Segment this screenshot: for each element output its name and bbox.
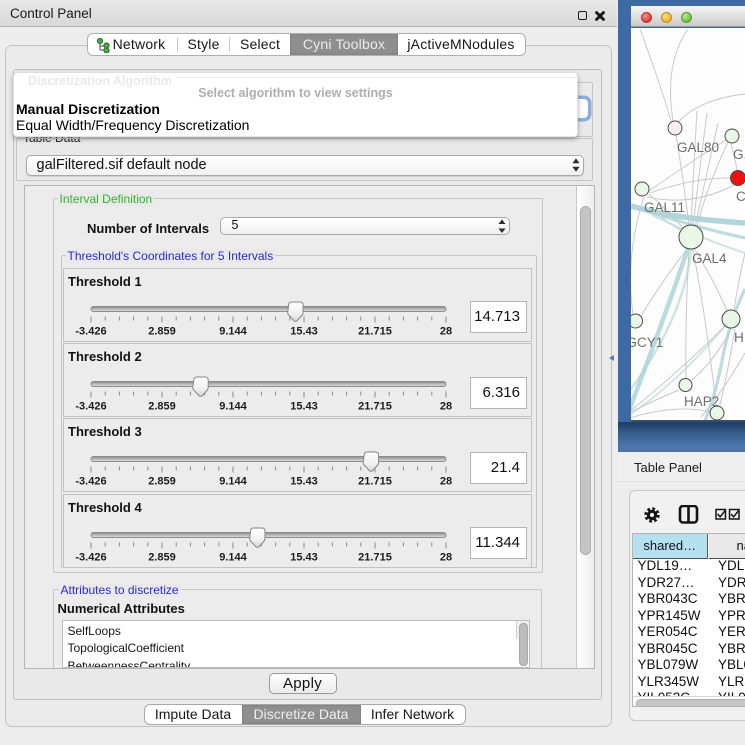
svg-text:G.: G.	[733, 147, 745, 162]
svg-text:GAL80: GAL80	[677, 140, 719, 155]
svg-text:28: 28	[439, 325, 451, 337]
svg-text:9.144: 9.144	[219, 551, 247, 563]
svg-text:2.859: 2.859	[148, 401, 176, 413]
svg-text:GAL11: GAL11	[644, 200, 685, 215]
svg-text:H: H	[734, 330, 744, 345]
svg-text:15.43: 15.43	[290, 551, 318, 563]
svg-text:15.43: 15.43	[290, 401, 318, 413]
svg-text:15.43: 15.43	[290, 476, 318, 488]
svg-text:28: 28	[439, 551, 451, 563]
svg-text:9.144: 9.144	[219, 476, 247, 488]
svg-text:21.715: 21.715	[358, 551, 392, 563]
svg-text:2.859: 2.859	[148, 551, 176, 563]
svg-text:GAL4: GAL4	[692, 251, 727, 266]
svg-text:C: C	[736, 189, 745, 204]
svg-text:28: 28	[439, 401, 451, 413]
svg-text:28: 28	[439, 476, 451, 488]
svg-text:15.43: 15.43	[290, 325, 318, 337]
svg-text:21.715: 21.715	[358, 476, 392, 488]
svg-text:-3.426: -3.426	[75, 476, 106, 488]
svg-text:-3.426: -3.426	[75, 401, 106, 413]
svg-text:9.144: 9.144	[219, 401, 247, 413]
svg-text:2.859: 2.859	[148, 325, 176, 337]
svg-text:21.715: 21.715	[358, 325, 392, 337]
svg-text:GCY1: GCY1	[631, 335, 663, 350]
svg-text:2.859: 2.859	[148, 476, 176, 488]
svg-text:HAP2: HAP2	[684, 394, 719, 409]
svg-text:-3.426: -3.426	[75, 325, 106, 337]
svg-text:9.144: 9.144	[219, 325, 247, 337]
svg-text:-3.426: -3.426	[75, 551, 106, 563]
svg-text:21.715: 21.715	[358, 401, 392, 413]
